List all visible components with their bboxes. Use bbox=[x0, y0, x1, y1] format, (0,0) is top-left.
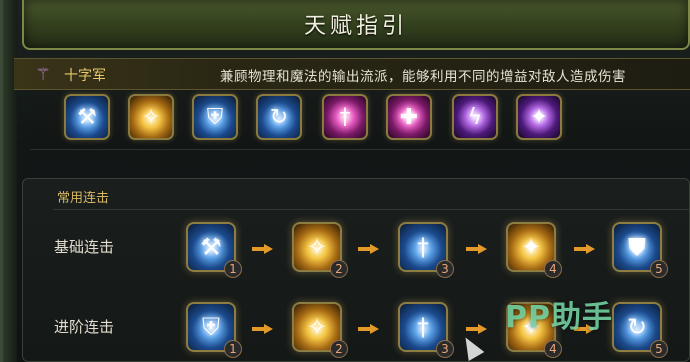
skill-glyph: ✧ bbox=[141, 105, 161, 130]
gold-angel-icon[interactable]: ✧ 2 bbox=[292, 222, 348, 278]
arrow-right-icon bbox=[358, 324, 380, 334]
arrow-right-icon bbox=[252, 324, 274, 334]
combo-step-number: 4 bbox=[544, 340, 562, 358]
combo-step-number: 3 bbox=[436, 340, 454, 358]
skill-glyph: ⛨ bbox=[206, 105, 224, 130]
class-description: 兼顾物理和魔法的输出流派，能够利用不同的增益对敌人造成伤害 bbox=[220, 69, 626, 85]
blue-swirl-icon[interactable]: ↻ bbox=[256, 94, 302, 140]
arrow-right-icon bbox=[574, 244, 596, 254]
arrow-right-icon bbox=[466, 324, 488, 334]
pink-cross-icon[interactable]: ✚ bbox=[386, 94, 432, 140]
title-bar: 天赋指引 bbox=[22, 0, 690, 50]
section-label: 常用连击 bbox=[57, 191, 110, 206]
window-title: 天赋指引 bbox=[303, 14, 408, 39]
combo-step-number: 5 bbox=[650, 340, 668, 358]
skill-glyph: ✦ bbox=[529, 105, 549, 130]
arrow-right-icon bbox=[252, 244, 274, 254]
skill-glyph: ⚒ bbox=[77, 105, 97, 130]
gold-sword-icon[interactable]: ✦ 4 bbox=[506, 222, 562, 278]
arrow-right-icon bbox=[466, 244, 488, 254]
blue-sword-shield-icon[interactable]: † 3 bbox=[398, 222, 454, 278]
pink-sword-icon[interactable]: † bbox=[322, 94, 368, 140]
skill-glyph: † bbox=[339, 105, 351, 130]
blue-hammer-icon[interactable]: ⚒ bbox=[64, 94, 110, 140]
combo-step-number: 1 bbox=[224, 260, 242, 278]
section-divider bbox=[53, 209, 689, 210]
combo-step-number: 1 bbox=[224, 340, 242, 358]
gold-wings-icon[interactable]: ✧ 2 bbox=[292, 302, 348, 358]
class-name: 十字军 bbox=[64, 68, 106, 84]
combo-step-number: 2 bbox=[330, 340, 348, 358]
gold-angel-icon[interactable]: ✧ bbox=[128, 94, 174, 140]
blue-broken-shield-icon[interactable]: ⛊ 5 bbox=[612, 222, 668, 278]
combo-step-number: 4 bbox=[544, 260, 562, 278]
combo-step-number: 3 bbox=[436, 260, 454, 278]
purple-spark-icon[interactable]: ✦ bbox=[516, 94, 562, 140]
skill-glyph: ϟ bbox=[467, 105, 483, 130]
combo-step-number: 5 bbox=[650, 260, 668, 278]
combo-row-label: 基础连击 bbox=[54, 238, 115, 256]
blue-shrine-icon[interactable]: ⛨ bbox=[192, 94, 238, 140]
skill-glyph: ↻ bbox=[269, 105, 289, 130]
arrow-right-icon bbox=[358, 244, 380, 254]
skill-strip: ⚒ ✧ ⛨ ↻ † ✚ ϟ ✦ bbox=[30, 90, 690, 150]
blue-sword-shield-icon[interactable]: † 3 bbox=[398, 302, 454, 358]
blue-hammer-icon[interactable]: ⚒ 1 bbox=[186, 222, 242, 278]
blue-shrine-icon[interactable]: ⛨ 1 bbox=[186, 302, 242, 358]
class-banner: ⚚ 十字军 兼顾物理和魔法的输出流派，能够利用不同的增益对敌人造成伤害 bbox=[14, 58, 690, 90]
blue-swirl-icon[interactable]: ↻ 5 bbox=[612, 302, 668, 358]
watermark-logo: PP助手 bbox=[505, 300, 613, 335]
skill-glyph: ✚ bbox=[399, 105, 419, 130]
staff-icon: ⚚ bbox=[35, 65, 51, 85]
combo-row-label: 进阶连击 bbox=[54, 318, 115, 336]
purple-lightning-icon[interactable]: ϟ bbox=[452, 94, 498, 140]
combo-step-number: 2 bbox=[330, 260, 348, 278]
